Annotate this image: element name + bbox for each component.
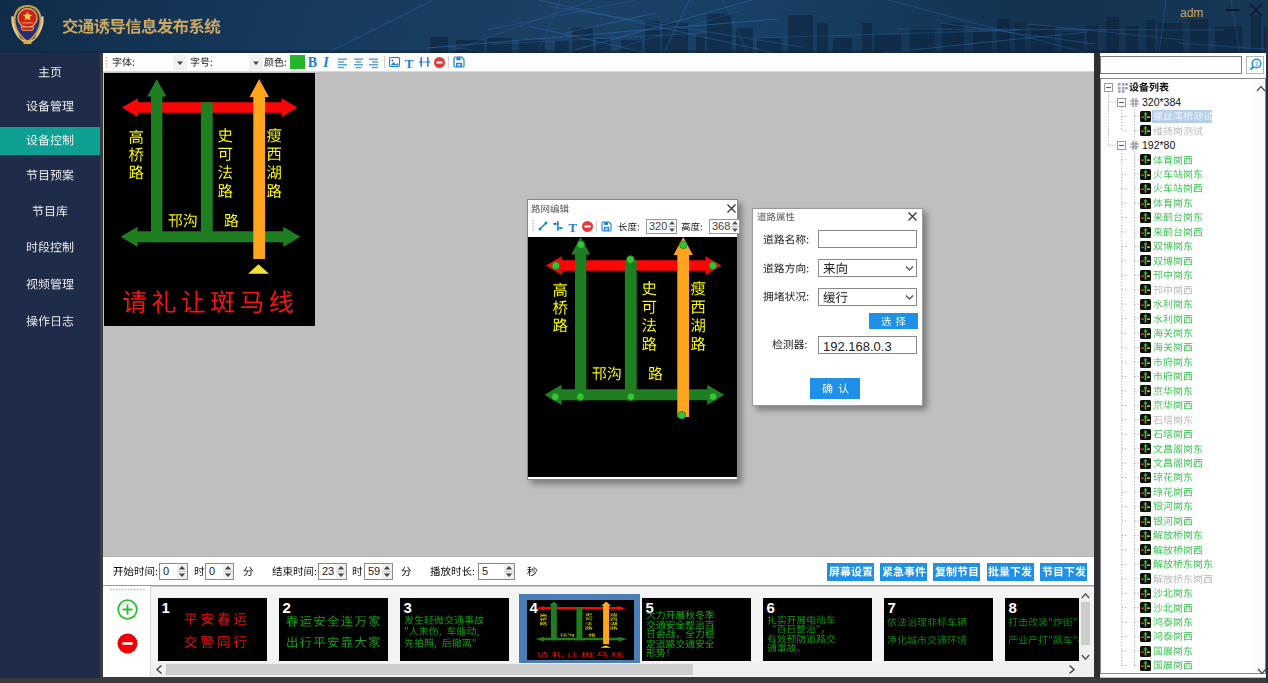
svg-text:3: 3 (1255, 61, 1259, 67)
